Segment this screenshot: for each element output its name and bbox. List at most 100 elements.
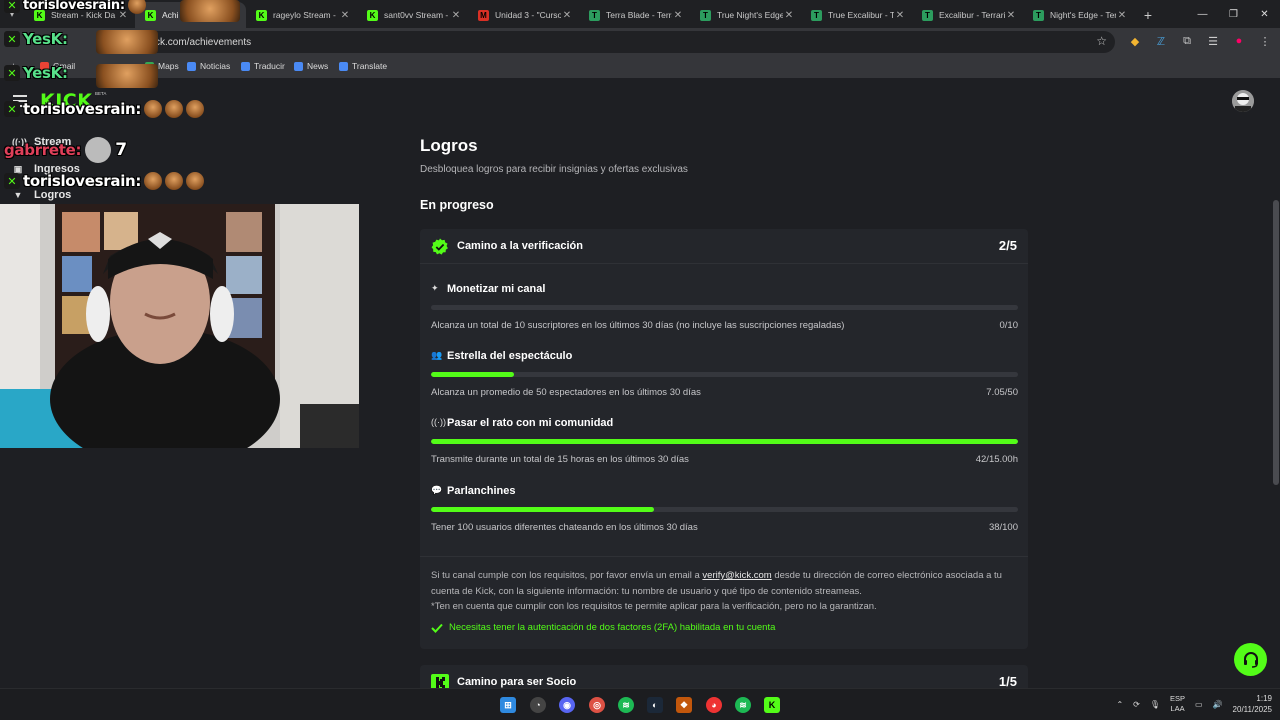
app-icon[interactable]: ❖ — [676, 697, 692, 713]
chrome-icon[interactable]: ◎ — [589, 697, 605, 713]
sidebar-item-logros[interactable]: ▼ Logros — [12, 189, 72, 201]
tab-close-icon[interactable]: ✕ — [450, 10, 462, 21]
tab-close-icon[interactable]: ✕ — [894, 10, 906, 21]
tab-favicon-icon: T — [922, 9, 933, 21]
menu-kebab-icon[interactable]: ⋮ — [1258, 33, 1272, 49]
browser-tab[interactable]: M Unidad 3 - "Curso ✕ — [468, 2, 579, 28]
divider — [420, 556, 1028, 557]
new-tab-button[interactable]: + — [1134, 2, 1162, 28]
bookmarks-bar: ⁘ Gmail Maps Noticias Traducir News Tran… — [0, 56, 1280, 78]
tab-close-icon[interactable]: ✕ — [672, 10, 684, 21]
achievement-progress-bar — [431, 507, 1018, 512]
verify-email-link[interactable]: verify@kick.com — [702, 570, 771, 581]
bookmark-noticias[interactable]: Noticias — [187, 61, 230, 71]
emote-icon — [127, 0, 146, 14]
language-indicator[interactable]: ESP LAA — [1170, 694, 1185, 714]
chat-message: 7 — [115, 140, 127, 160]
browser-tab[interactable]: T True Excalibur - Te ✕ — [801, 2, 912, 28]
app-icon[interactable]: ◔ — [530, 697, 546, 713]
tab-close-icon[interactable]: ✕ — [1116, 10, 1128, 21]
tab-close-icon[interactable]: ✕ — [339, 10, 351, 21]
windows-taskbar: ⊞ ◔ ◉ ◎ ≋ ◐ ❖ ◕ ≋ K ⌃ ⟳ 🎙 ESP LAA ▭ 🔊 1:1… — [0, 688, 1280, 720]
avatar-image — [1232, 90, 1254, 112]
puzzle-icon[interactable]: ⧉ — [1180, 33, 1194, 49]
volume-icon[interactable]: 🔊 — [1213, 700, 1223, 709]
browser-tab[interactable]: T Excalibur - Terraria ✕ — [912, 2, 1023, 28]
emote-icon — [96, 64, 158, 88]
scrollbar-thumb[interactable] — [1273, 200, 1279, 485]
tab-favicon-icon: T — [1033, 9, 1044, 21]
bookmark-label: Translate — [352, 61, 388, 71]
bookmark-translate[interactable]: Translate — [339, 61, 387, 71]
spotify-icon[interactable]: ≋ — [735, 697, 751, 713]
chat-username: torislovesrain: — [23, 172, 142, 190]
browser-tab[interactable]: T True Night's Edge ✕ — [690, 2, 801, 28]
close-window-icon[interactable]: ✕ — [1249, 0, 1280, 28]
clock[interactable]: 1:19 20/11/2025 — [1233, 693, 1272, 715]
browser-tab[interactable]: T Terra Blade - Terra ✕ — [579, 2, 690, 28]
tab-favicon-icon: T — [700, 9, 711, 21]
broadcast-icon: ((·)) — [431, 417, 446, 427]
kick-app-icon[interactable]: K — [764, 697, 780, 713]
app-icon[interactable]: ◕ — [706, 697, 722, 713]
emote-icon — [165, 100, 184, 118]
microphone-icon[interactable]: 🎙 — [1150, 700, 1160, 709]
tab-label: Night's Edge - Ter — [1050, 10, 1116, 20]
address-bar[interactable]: ck.com/achievements ☆ — [145, 31, 1115, 53]
chat-username: YesK: — [23, 30, 68, 48]
user-avatar[interactable] — [1232, 90, 1254, 112]
emote-icon — [96, 30, 158, 54]
bookmark-label: News — [307, 61, 329, 71]
translate-ext-icon[interactable]: ℤ — [1154, 33, 1168, 49]
achievement-progress-bar — [431, 372, 1018, 377]
chat-overlay-line: ✕ torislovesrain: — [4, 100, 205, 118]
emote-icon — [144, 172, 163, 190]
tab-close-icon[interactable]: ✕ — [561, 10, 573, 21]
tab-close-icon[interactable]: ✕ — [783, 10, 795, 21]
sparkle-icon: ✦ — [431, 283, 439, 293]
extension-icon[interactable]: ◆ — [1128, 33, 1142, 49]
verification-disclaimer: *Ten en cuenta que cumplir con los requi… — [431, 601, 877, 612]
windows-start-icon[interactable]: ⊞ — [500, 697, 516, 713]
discord-icon[interactable]: ◉ — [559, 697, 575, 713]
achievement-row: ✦ Monetizar mi canal Alcanza un total de 1… — [431, 283, 1018, 343]
emote-icon — [186, 100, 205, 118]
news-icon — [187, 61, 196, 71]
network-icon[interactable]: ▭ — [1195, 700, 1203, 709]
sync-icon[interactable]: ⟳ — [1133, 700, 1140, 709]
support-chat-button[interactable] — [1234, 643, 1267, 676]
achievement-row: ((·)) Pasar el rato con mi comunidad Trans… — [431, 417, 1018, 477]
bookmark-news[interactable]: News — [294, 61, 328, 71]
tab-close-icon[interactable]: ✕ — [1005, 10, 1017, 21]
profile-icon[interactable]: ● — [1232, 33, 1246, 49]
address-text[interactable]: ck.com/achievements — [155, 37, 251, 48]
browser-tab[interactable]: Krageylo Stream - ✕ — [246, 2, 357, 28]
bookmark-label: Maps — [158, 61, 179, 71]
achievement-description: Tener 100 usuarios diferentes chateando … — [431, 522, 698, 533]
achievement-progress-value: 42/15.00h — [975, 454, 1018, 465]
kick-badge-icon: ✕ — [4, 0, 20, 13]
achievement-description: Transmite durante un total de 15 horas e… — [431, 454, 689, 465]
bookmark-traducir[interactable]: Traducir — [241, 61, 285, 71]
achievement-title: Estrella del espectáculo — [447, 350, 573, 362]
achievement-description: Alcanza un promedio de 50 espectadores e… — [431, 387, 701, 398]
steam-icon[interactable]: ◐ — [647, 697, 663, 713]
minimize-icon[interactable]: — — [1187, 0, 1218, 28]
news-icon — [294, 61, 303, 71]
browser-tab[interactable]: T Night's Edge - Ter ✕ — [1023, 2, 1134, 28]
kick-badge-icon: ✕ — [4, 65, 20, 81]
spotify-icon[interactable]: ≋ — [618, 697, 634, 713]
kick-badge-icon: ✕ — [4, 101, 20, 117]
restore-icon[interactable]: ❐ — [1218, 0, 1249, 28]
note-text: Si tu canal cumple con los requisitos, p… — [431, 570, 703, 581]
chevron-up-icon[interactable]: ⌃ — [1116, 700, 1123, 709]
tab-favicon-icon: K — [256, 9, 267, 21]
tab-favicon-icon: T — [811, 9, 822, 21]
bookmark-star-icon[interactable]: ☆ — [1096, 34, 1107, 48]
tab-favicon-icon: K — [145, 9, 156, 21]
scrollbar[interactable] — [1272, 80, 1280, 688]
browser-tab[interactable]: Ksant0vv Stream - ✕ — [357, 2, 468, 28]
card-header[interactable]: Camino a la verificación 2/5 — [420, 229, 1028, 264]
emote-icon — [144, 100, 163, 118]
reading-list-icon[interactable]: ☰ — [1206, 33, 1220, 49]
